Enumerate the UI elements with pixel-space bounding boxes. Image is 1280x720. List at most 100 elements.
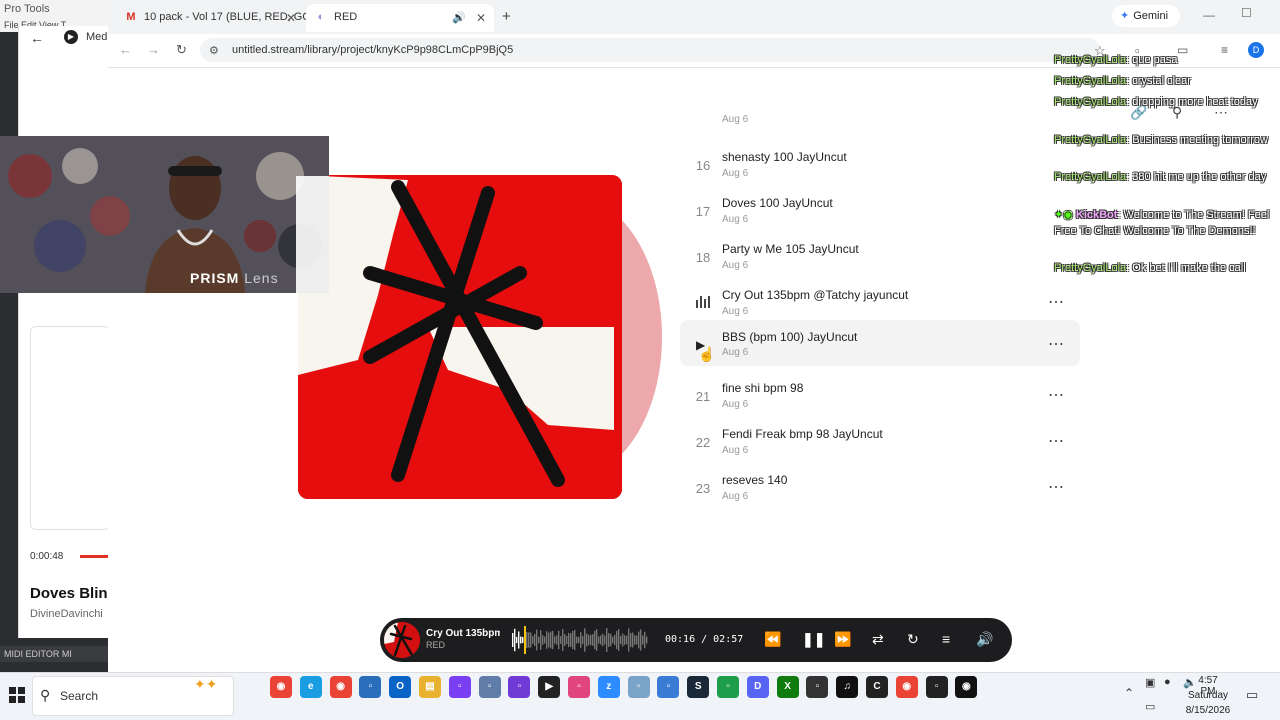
- speaker-icon[interactable]: 🔊: [452, 11, 466, 24]
- chat-username: PrettyGyalLola: [1054, 262, 1127, 274]
- xbox-icon[interactable]: X: [776, 676, 799, 698]
- media-time: 0:00:48: [30, 551, 64, 562]
- back-button[interactable]: ←: [119, 42, 132, 57]
- app-icon[interactable]: ▫: [925, 676, 948, 698]
- next-track-button[interactable]: ⏩: [834, 631, 851, 648]
- track-row[interactable]: 16 shenasty 100 JayUncut Aug 6: [680, 142, 1080, 188]
- waveform-bar: [620, 636, 622, 644]
- app-icon[interactable]: ▫: [448, 676, 471, 698]
- waveform-bar: [534, 633, 536, 647]
- app-icon[interactable]: ▫: [568, 676, 590, 698]
- track-more-icon[interactable]: ⋯: [1048, 477, 1065, 497]
- track-more-icon[interactable]: ⋯: [1048, 292, 1065, 312]
- pause-button[interactable]: ❚❚: [802, 631, 825, 648]
- waveform-scrubber[interactable]: [512, 626, 648, 654]
- mouse-cursor-icon: ☝: [698, 346, 716, 362]
- player-time: 00:16 / 02:57: [665, 634, 744, 645]
- track-row[interactable]: Aug 6: [680, 88, 1080, 134]
- outlook-icon[interactable]: O: [389, 676, 412, 698]
- player-album-art[interactable]: [384, 622, 420, 658]
- notifications-icon[interactable]: ▭: [1246, 687, 1258, 703]
- close-icon[interactable]: ✕: [286, 11, 296, 25]
- waveform-bar: [582, 635, 584, 645]
- waveform-bar: [518, 631, 520, 649]
- app-icon[interactable]: ▫: [359, 676, 382, 698]
- tab-gmail[interactable]: M 10 pack - Vol 17 (BLUE, RED, GO ✕: [116, 4, 311, 32]
- waveform-bar: [568, 632, 570, 648]
- shuffle-button[interactable]: ⇄: [872, 631, 884, 648]
- track-more-icon[interactable]: ⋯: [1048, 431, 1065, 451]
- waveform-bar: [584, 628, 586, 652]
- waveform-playhead[interactable]: [524, 626, 526, 654]
- address-bar[interactable]: untitled.stream/library/project/knyKcP9p…: [200, 38, 1100, 62]
- minimize-icon[interactable]: —: [1203, 8, 1215, 22]
- tab-red[interactable]: ◐ RED 🔊 ✕: [306, 4, 494, 32]
- track-row[interactable]: 21 fine shi bpm 98 Aug 6 ⋯: [680, 373, 1080, 419]
- track-row[interactable]: 23 reseves 140 Aug 6 ⋯: [680, 465, 1080, 511]
- forward-button[interactable]: →: [147, 42, 160, 57]
- microphone-icon[interactable]: ●: [1164, 676, 1171, 688]
- album-cover: [298, 175, 622, 499]
- midi-editor-bar[interactable]: MIDI EDITOR MI: [0, 646, 108, 662]
- waveform-bar: [638, 631, 640, 649]
- display-icon[interactable]: ▭: [1145, 700, 1155, 713]
- chrome-icon[interactable]: ◉: [270, 676, 292, 698]
- track-row[interactable]: 18 Party w Me 105 JayUncut Aug 6: [680, 234, 1080, 280]
- waveform-bar: [514, 628, 516, 652]
- steam-icon[interactable]: S: [687, 676, 710, 698]
- waveform-bar: [580, 632, 582, 648]
- waveform-bar: [602, 633, 604, 647]
- waveform-bar: [588, 634, 590, 646]
- queue-button[interactable]: ≡: [942, 631, 950, 647]
- edge-icon[interactable]: e: [299, 676, 322, 698]
- app-icon[interactable]: ▫: [717, 676, 739, 698]
- folder-icon[interactable]: ▤: [419, 676, 441, 698]
- back-arrow-icon[interactable]: ←: [30, 30, 44, 46]
- clock-day[interactable]: Saturday: [1184, 690, 1232, 701]
- media-progress-bar[interactable]: [80, 555, 108, 558]
- windows-start-icon[interactable]: [9, 687, 25, 703]
- clock-date[interactable]: 8/15/2026: [1184, 705, 1232, 716]
- track-row-hover[interactable]: ▶ BBS (bpm 100) JayUncut Aug 6 ⋯: [680, 320, 1080, 366]
- site-info-icon[interactable]: ⚙: [209, 44, 219, 57]
- waveform-bar: [626, 635, 628, 645]
- chrome-icon[interactable]: ◉: [329, 676, 352, 698]
- track-date: Aug 6: [722, 399, 749, 410]
- app-icon[interactable]: ▫: [478, 676, 501, 698]
- waveform-bar: [644, 631, 646, 649]
- waveform-bar: [570, 633, 572, 647]
- app-icon[interactable]: ▫: [627, 676, 650, 698]
- discord-icon[interactable]: D: [746, 676, 769, 698]
- chrome-icon[interactable]: ◉: [895, 676, 918, 698]
- chevron-up-icon[interactable]: ⌃: [1124, 686, 1134, 700]
- search-highlight-icon: ✦✦: [194, 676, 218, 692]
- chat-message: PrettyGyalLola: Ok bet I'll make the cal…: [1054, 260, 1276, 276]
- reload-button[interactable]: ↻: [176, 42, 187, 58]
- volume-button[interactable]: 🔊: [976, 631, 993, 648]
- track-more-icon[interactable]: ⋯: [1048, 385, 1065, 405]
- chat-message: ✦◉ KickBot: Welcome to The Stream! Feel …: [1054, 207, 1276, 239]
- new-tab-button[interactable]: +: [502, 8, 511, 25]
- player-art-image: [384, 622, 420, 658]
- repeat-button[interactable]: ↻: [907, 631, 919, 648]
- app-icon[interactable]: ▫: [508, 676, 531, 698]
- zoom-icon[interactable]: z: [597, 676, 620, 698]
- app-icon[interactable]: ▫: [657, 676, 680, 698]
- capcut-icon[interactable]: C: [866, 676, 888, 698]
- maximize-icon[interactable]: ☐: [1241, 6, 1252, 20]
- track-date: Aug 6: [722, 168, 749, 179]
- tiktok-icon[interactable]: ♫: [836, 676, 859, 698]
- track-row[interactable]: 17 Doves 100 JayUncut Aug 6: [680, 188, 1080, 234]
- gemini-button[interactable]: ✦ Gemini: [1112, 5, 1180, 27]
- pro-tools-icon[interactable]: ◉: [955, 676, 978, 698]
- media-player-icon[interactable]: ▶: [538, 676, 561, 698]
- track-row[interactable]: 22 Fendi Freak bmp 98 JayUncut Aug 6 ⋯: [680, 419, 1080, 465]
- network-icon[interactable]: ▣: [1145, 676, 1155, 689]
- gemini-sparkle-icon: ✦: [1120, 10, 1130, 22]
- close-icon[interactable]: ✕: [476, 11, 486, 25]
- search-icon: ⚲: [40, 687, 51, 703]
- previous-track-button[interactable]: ⏪: [764, 631, 781, 648]
- track-more-icon[interactable]: ⋯: [1048, 334, 1065, 354]
- app-icon[interactable]: ▫: [806, 676, 829, 698]
- chat-message: PrettyGyalLola: dropping more heat today: [1054, 94, 1276, 110]
